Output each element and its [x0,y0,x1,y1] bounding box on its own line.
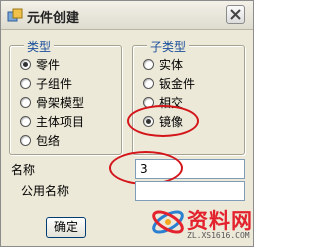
radio-button[interactable] [20,58,31,70]
radio-label: 包络 [36,133,61,148]
close-button[interactable] [226,5,245,24]
type-group: 类型 零件 子组件 骨架模型 主体项目 包络 [9,38,122,155]
title-bar[interactable]: 元件创建 [1,1,253,30]
subtype-group-title: 子类型 [147,38,190,55]
type-option-envelope[interactable]: 包络 [20,132,60,148]
common-name-input[interactable] [135,181,245,201]
radio-label: 子组件 [36,76,73,91]
subtype-option-solid[interactable]: 实体 [143,56,183,72]
radio-label: 实体 [159,57,184,72]
component-create-dialog: 元件创建 类型 零件 子组件 骨架模型 主体项目 包络 子类型 实体 钣金件 相… [0,0,254,247]
radio-label: 主体项目 [36,114,85,129]
radio-button[interactable] [143,58,154,70]
watermark-url: ZL.XS1616.COM [187,231,250,240]
watermark-logo-icon [152,210,184,234]
radio-label: 钣金件 [159,76,196,91]
common-name-label: 公用名称 [21,184,70,198]
radio-button[interactable] [20,96,31,108]
subtype-option-sheetmetal[interactable]: 钣金件 [143,75,195,91]
close-icon [230,9,241,20]
subtype-group: 子类型 实体 钣金件 相交 镜像 [132,38,245,155]
name-label: 名称 [11,163,36,177]
highlight-ellipse-name [109,151,183,185]
type-option-subassembly[interactable]: 子组件 [20,75,72,91]
type-option-skeleton[interactable]: 骨架模型 [20,94,84,110]
window-title: 元件创建 [27,11,80,26]
highlight-ellipse-mirror [127,105,199,137]
watermark: 资料网 ZL.XS1616.COM [147,199,253,246]
radio-button[interactable] [20,77,31,89]
radio-button[interactable] [20,115,31,127]
type-option-part[interactable]: 零件 [20,56,60,72]
type-group-title: 类型 [24,38,55,55]
radio-button[interactable] [20,134,31,146]
app-icon [7,8,23,22]
ok-button[interactable]: 确定 [46,217,86,238]
radio-button[interactable] [143,77,154,89]
radio-label: 骨架模型 [36,95,85,110]
type-option-bulk-item[interactable]: 主体项目 [20,113,84,129]
radio-label: 零件 [36,57,61,72]
